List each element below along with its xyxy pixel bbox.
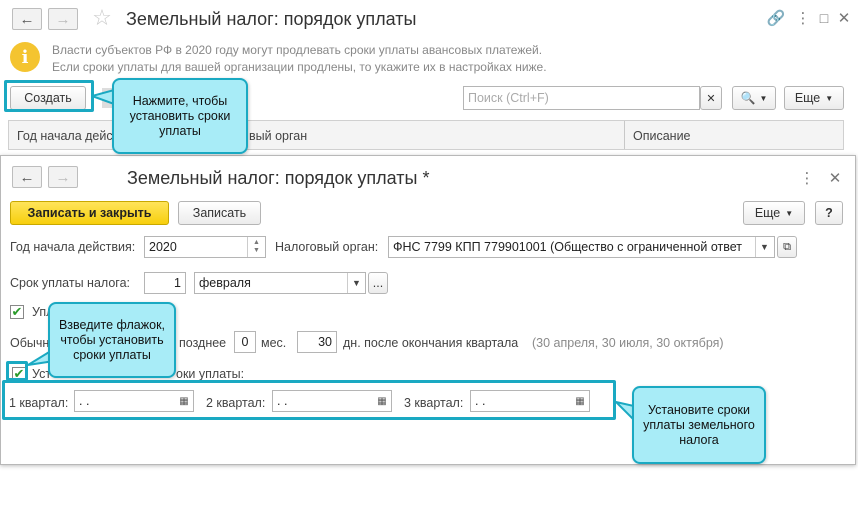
back-button[interactable]: ←: [12, 166, 42, 188]
more-button[interactable]: Еще ▼: [784, 86, 844, 110]
forward-button[interactable]: →: [48, 8, 78, 30]
clear-search-button[interactable]: ✕: [700, 86, 722, 110]
months-input[interactable]: 0: [234, 331, 256, 353]
maximize-icon[interactable]: □: [814, 8, 834, 28]
checkmark-icon: ✔: [11, 304, 23, 319]
close-icon[interactable]: ✕: [834, 8, 854, 28]
column-description[interactable]: Описание: [633, 129, 691, 143]
chevron-down-icon: ▼: [825, 93, 834, 103]
tax-org-value: ФНС 7799 КПП 779901001 (Общество с огран…: [393, 240, 742, 254]
tax-org-dropdown-icon[interactable]: ▼: [755, 237, 773, 257]
pay-day-value: 1: [174, 276, 181, 290]
search-button[interactable]: 🔍 ▼: [732, 86, 776, 110]
help-button[interactable]: ?: [815, 201, 843, 225]
year-spinner-icon[interactable]: ▲ ▼: [247, 237, 265, 257]
pay-month-dropdown-icon[interactable]: ▼: [347, 273, 365, 293]
checkbox-highlight: [6, 361, 28, 381]
info-text-line2: Если сроки уплаты для вашей организации …: [52, 60, 547, 74]
arrow-left-icon: ←: [19, 168, 35, 186]
quarters-highlight: [2, 380, 616, 420]
search-placeholder: Поиск (Ctrl+F): [468, 91, 549, 105]
tax-org-label: Налоговый орган:: [275, 240, 379, 254]
more-button[interactable]: Еще ▼: [743, 201, 805, 225]
usual-term-mid: позднее: [179, 336, 227, 350]
pay-day-input[interactable]: 1: [144, 272, 186, 294]
arrow-right-icon: →: [55, 168, 71, 186]
pay-month-select[interactable]: февраля: [194, 272, 366, 294]
year-value: 2020: [149, 240, 177, 254]
days-label: дн. после окончания квартала: [343, 336, 519, 350]
clear-icon: ✕: [706, 92, 716, 105]
year-label: Год начала действия:: [10, 240, 136, 254]
save-and-close-button[interactable]: Записать и закрыть: [10, 201, 169, 225]
more-vert-icon[interactable]: ⋮: [800, 168, 815, 188]
create-button-highlight: [4, 80, 94, 112]
open-tax-org-button[interactable]: ⧉: [777, 236, 797, 258]
link-icon[interactable]: 🔗: [766, 8, 786, 28]
months-value: 0: [241, 335, 249, 349]
star-icon[interactable]: ☆: [90, 5, 114, 30]
days-input[interactable]: 30: [297, 331, 337, 353]
set-custom-terms-suffix: оки уплаты:: [176, 367, 245, 381]
more-label: Еще: [754, 206, 781, 220]
days-value: 30: [318, 335, 332, 349]
column-divider: [624, 121, 625, 149]
info-icon: i: [10, 42, 40, 72]
open-icon: ⧉: [783, 240, 791, 253]
pay-term-label: Срок уплаты налога:: [10, 276, 130, 290]
months-label: мес.: [261, 336, 287, 350]
more-label: Еще: [794, 91, 821, 105]
arrow-right-icon: →: [55, 10, 71, 28]
pay-month-value: февраля: [199, 276, 251, 290]
close-icon[interactable]: ✕: [825, 168, 845, 188]
tax-org-select[interactable]: ФНС 7799 КПП 779901001 (Общество с огран…: [388, 236, 775, 258]
column-year[interactable]: Год начала дейс: [17, 129, 113, 143]
callout-quarters: Установите сроки уплаты земельного налог…: [632, 386, 766, 464]
callout-checkbox: Взведите флажок, чтобы установить сроки …: [48, 302, 176, 378]
dates-hint: (30 апреля, 30 июля, 30 октября): [532, 336, 724, 350]
back-window-title: Земельный налог: порядок уплаты: [126, 9, 417, 29]
form-title: Земельный налог: порядок уплаты *: [127, 168, 430, 188]
save-button[interactable]: Записать: [178, 201, 261, 225]
back-button[interactable]: ←: [12, 8, 42, 30]
arrow-left-icon: ←: [19, 10, 35, 28]
search-icon: 🔍: [740, 91, 756, 105]
callout-create: Нажмите, чтобы установить сроки уплаты: [112, 78, 248, 154]
forward-button[interactable]: →: [48, 166, 78, 188]
quarterly-payments-checkbox[interactable]: ✔: [10, 304, 24, 319]
search-input[interactable]: Поиск (Ctrl+F): [463, 86, 700, 110]
pay-month-choose-button[interactable]: ...: [368, 272, 388, 294]
column-tax-org[interactable]: вый орган: [249, 129, 307, 143]
info-text-line1: Власти субъектов РФ в 2020 году могут пр…: [52, 43, 543, 57]
chevron-down-icon: ▼: [785, 208, 794, 218]
chevron-down-icon: ▼: [759, 93, 768, 103]
more-vert-icon[interactable]: ⋮: [796, 8, 811, 28]
